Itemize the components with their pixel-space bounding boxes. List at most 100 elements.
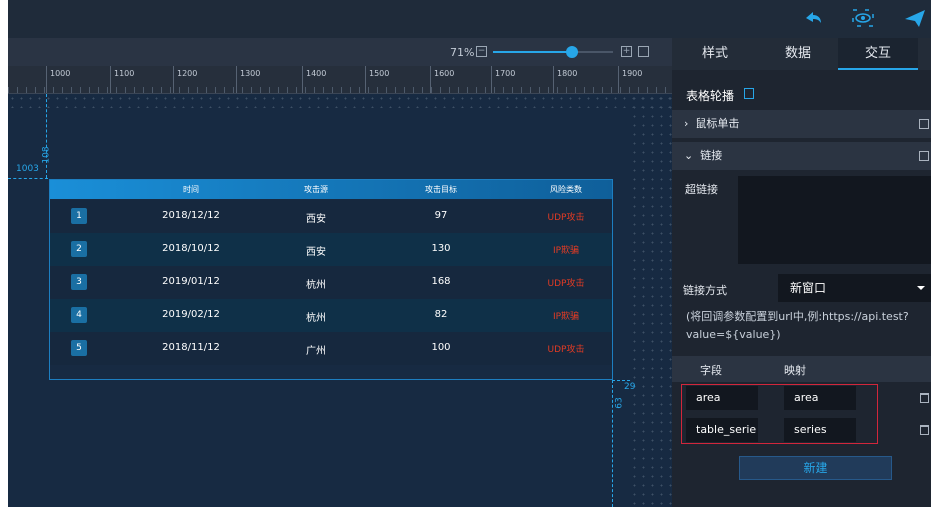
guide-y-label: 108 (41, 146, 52, 164)
row-index-badge: 4 (71, 307, 87, 323)
cell-source: 西安 (306, 214, 326, 225)
table-row: 1 2018/12/12 西安 97 UDP攻击 (50, 200, 612, 233)
row-index-badge: 5 (71, 340, 87, 356)
chevron-down-icon: ⌄ (684, 149, 694, 162)
cell-source: 杭州 (306, 313, 326, 324)
header-time: 时间 (183, 185, 199, 194)
cell-source: 杭州 (306, 280, 326, 291)
row-index-badge: 2 (71, 241, 87, 257)
checkbox-icon[interactable] (919, 119, 929, 129)
section-label: 鼠标单击 (695, 117, 740, 130)
ruler-tick: 1200 (173, 66, 197, 93)
header-risk: 风险类数 (550, 185, 582, 194)
cell-time: 2018/11/12 (162, 342, 220, 353)
ruler-tick: 1600 (430, 66, 454, 93)
zoom-out-button[interactable]: − (476, 46, 487, 57)
new-mapping-button[interactable]: 新建 (739, 456, 892, 480)
cell-target: 82 (434, 309, 448, 320)
undo-icon[interactable] (800, 6, 826, 30)
zoom-bar: 71% − + (0, 38, 672, 66)
canvas-dot-grid (630, 94, 672, 507)
ruler-tick: 1900 (618, 66, 642, 93)
mapping-header-field: 字段 (700, 364, 722, 377)
checkbox-icon[interactable] (919, 151, 929, 161)
guide-line-horizontal (8, 178, 48, 179)
tab-style[interactable]: 样式 (672, 38, 758, 70)
zoom-slider[interactable] (493, 51, 613, 53)
ruler-tick: 1800 (553, 66, 577, 93)
header-target: 攻击目标 (425, 185, 457, 194)
table-row: 3 2019/01/12 杭州 168 UDP攻击 (50, 266, 612, 299)
preview-icon[interactable] (850, 6, 876, 30)
cell-target: 97 (434, 210, 448, 221)
left-edge (0, 66, 8, 507)
document-icon[interactable] (744, 88, 754, 99)
ruler-tick: 1700 (491, 66, 515, 93)
horizontal-ruler: 1000 1100 1200 1300 1400 1500 1600 1700 … (8, 66, 672, 94)
link-mode-label: 链接方式 (683, 284, 727, 297)
tab-data[interactable]: 数据 (758, 38, 838, 70)
table-row: 4 2019/02/12 杭州 82 IP欺骗 (50, 299, 612, 332)
zoom-in-button[interactable]: + (621, 46, 632, 57)
cell-time: 2019/02/12 (162, 309, 220, 320)
component-title: 表格轮播 (686, 89, 735, 103)
left-edge (0, 0, 8, 38)
zoom-level: 71% (450, 46, 475, 59)
section-mouse-click[interactable]: › 鼠标单击 (672, 110, 931, 138)
tab-interaction[interactable]: 交互 (838, 38, 918, 70)
callback-hint: (将回调参数配置到url中,例:https://api.test?value=$… (686, 310, 909, 341)
section-link[interactable]: ⌄ 链接 (672, 142, 931, 170)
map-input[interactable]: series (784, 418, 856, 442)
ruler-minor-ticks (8, 87, 672, 93)
ruler-tick: 1000 (46, 66, 70, 93)
cell-risk: UDP攻击 (547, 279, 585, 289)
publish-icon[interactable] (902, 6, 928, 30)
design-canvas[interactable]: 108 1003 29 63 时间 攻击源 攻击目标 风险类数 1 2018/1… (8, 94, 672, 507)
hyperlink-input[interactable] (738, 176, 931, 264)
fit-screen-button[interactable] (638, 46, 649, 57)
properties-panel: 样式 数据 交互 表格轮播 › 鼠标单击 ⌄ 链接 超链接 链接方式 新窗口 (… (672, 38, 931, 507)
cell-target: 130 (431, 243, 451, 254)
left-edge-strip (0, 38, 8, 66)
width-label: 29 (624, 382, 636, 392)
cell-time: 2018/12/12 (162, 210, 220, 221)
trash-icon[interactable] (920, 425, 929, 435)
section-label: 链接 (700, 149, 723, 162)
row-index-badge: 3 (71, 274, 87, 290)
mapping-header-map: 映射 (784, 364, 806, 377)
field-input[interactable]: table_serie (686, 418, 758, 442)
ruler-tick: 1500 (365, 66, 389, 93)
cell-time: 2018/10/12 (162, 243, 220, 254)
trash-icon[interactable] (920, 393, 929, 403)
ruler-tick: 1400 (302, 66, 326, 93)
cell-time: 2019/01/12 (162, 276, 220, 287)
guide-line-vertical (46, 94, 47, 178)
cell-risk: IP欺骗 (552, 246, 580, 256)
guide-x-label: 1003 (16, 164, 39, 174)
row-index-badge: 1 (71, 208, 87, 224)
mapping-header: 字段 映射 (672, 356, 931, 382)
zoom-slider-knob[interactable] (566, 46, 578, 58)
table-header: 时间 攻击源 攻击目标 风险类数 (50, 180, 612, 199)
cell-target: 168 (431, 276, 451, 287)
cell-risk: IP欺骗 (552, 312, 580, 322)
chevron-right-icon: › (684, 117, 689, 130)
cell-risk: UDP攻击 (547, 213, 585, 223)
carousel-table[interactable]: 时间 攻击源 攻击目标 风险类数 1 2018/12/12 西安 97 UDP攻… (49, 179, 613, 380)
cell-source: 西安 (306, 247, 326, 258)
table-row: 5 2018/11/12 广州 100 UDP攻击 (50, 332, 612, 365)
cell-source: 广州 (306, 346, 326, 357)
guide-line-vertical (612, 380, 613, 507)
ruler-tick: 1100 (110, 66, 134, 93)
guide-line-horizontal (612, 380, 630, 381)
table-row: 2 2018/10/12 西安 130 IP欺骗 (50, 233, 612, 266)
cell-target: 100 (431, 342, 451, 353)
header-source: 攻击源 (304, 185, 328, 194)
link-mode-select[interactable]: 新窗口 (778, 274, 931, 302)
ruler-tick: 1300 (236, 66, 260, 93)
map-input[interactable]: area (784, 386, 856, 410)
panel-tabs: 样式 数据 交互 (672, 38, 931, 70)
canvas-dot-grid (8, 94, 672, 108)
link-mode-value: 新窗口 (790, 281, 827, 295)
field-input[interactable]: area (686, 386, 758, 410)
